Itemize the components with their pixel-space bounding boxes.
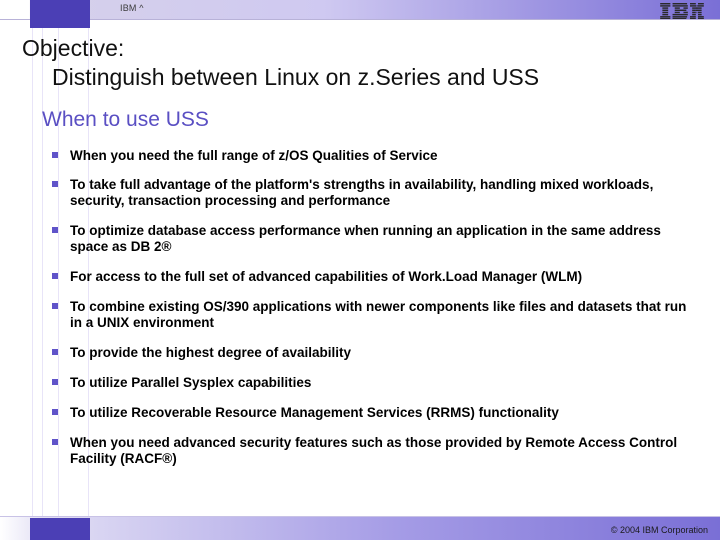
slide: IBM ^: [0, 0, 720, 540]
footer-accent-block: [30, 518, 90, 540]
footer-copyright: © 2004 IBM Corporation: [611, 525, 708, 535]
header-accent-block: [30, 0, 90, 28]
header-bar: IBM ^: [0, 0, 720, 20]
list-item: To utilize Recoverable Resource Manageme…: [52, 405, 700, 421]
list-item: To optimize database access performance …: [52, 223, 700, 255]
ibm-logo-icon: [658, 3, 706, 19]
footer-bar: © 2004 IBM Corporation: [0, 516, 720, 540]
list-item: To provide the highest degree of availab…: [52, 345, 700, 361]
objective-label: Objective:: [22, 34, 700, 63]
list-item: For access to the full set of advanced c…: [52, 269, 700, 285]
bullet-list: When you need the full range of z/OS Qua…: [22, 148, 700, 467]
header-product-label: IBM ^: [120, 3, 144, 13]
list-item: To take full advantage of the platform's…: [52, 177, 700, 209]
section-title: When to use USS: [22, 108, 700, 132]
list-item: To combine existing OS/390 applications …: [52, 299, 700, 331]
list-item: When you need the full range of z/OS Qua…: [52, 148, 700, 164]
list-item: To utilize Parallel Sysplex capabilities: [52, 375, 700, 391]
objective-text: Distinguish between Linux on z.Series an…: [22, 63, 700, 92]
list-item: When you need advanced security features…: [52, 435, 700, 467]
objective-heading: Objective: Distinguish between Linux on …: [22, 34, 700, 92]
slide-content: Objective: Distinguish between Linux on …: [0, 20, 720, 516]
